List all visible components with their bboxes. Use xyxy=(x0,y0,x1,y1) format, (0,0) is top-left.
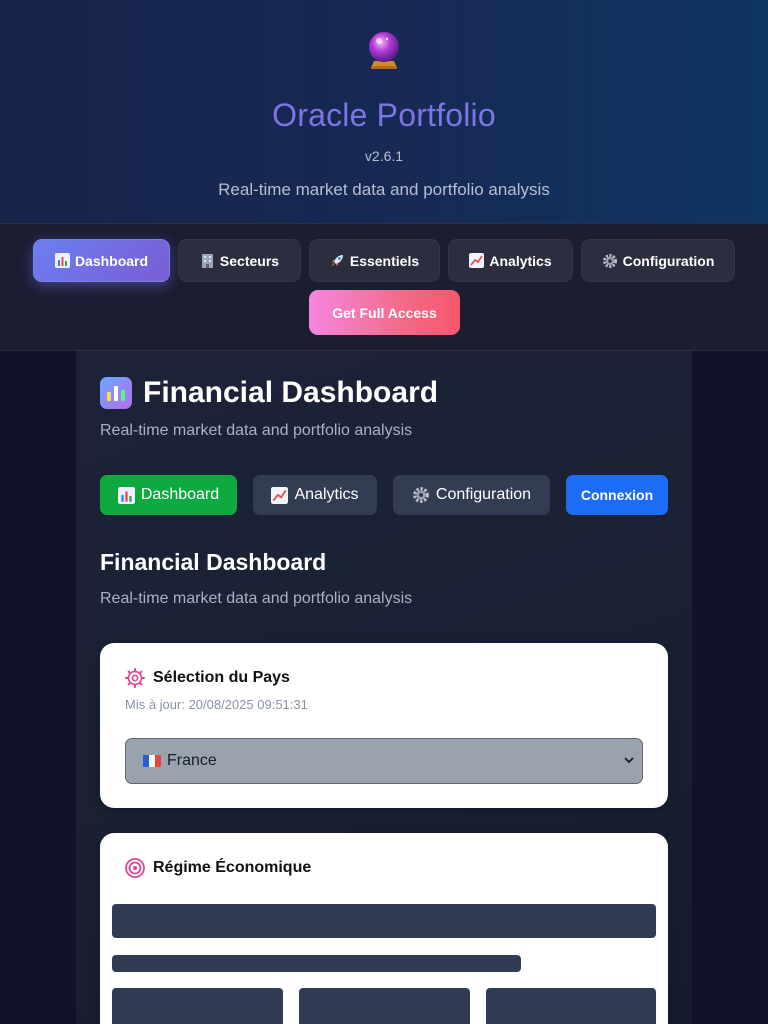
get-full-access-button[interactable]: Get Full Access xyxy=(309,290,460,335)
nav-tab-dashboard[interactable]: Dashboard xyxy=(33,239,170,282)
country-selection-card: Sélection du Pays Mis à jour: 20/08/2025… xyxy=(100,643,668,808)
app-version: v2.6.1 xyxy=(364,148,404,164)
bar-chart-icon xyxy=(54,253,70,268)
card-title: Sélection du Pays xyxy=(153,669,290,686)
nav-tab-label: Dashboard xyxy=(74,252,149,269)
nav-tab-essentiels[interactable]: Essentiels xyxy=(309,239,440,282)
last-updated-timestamp: Mis à jour: 20/08/2025 09:51:31 xyxy=(125,697,308,712)
nav-tab-label: Configuration xyxy=(622,252,715,269)
top-navigation: Dashboard Secteurs Essentiels Analytics xyxy=(0,224,768,351)
crystal-ball-icon xyxy=(369,32,399,69)
target-icon xyxy=(125,858,145,878)
connexion-button[interactable]: Connexion xyxy=(566,475,668,515)
bar-chart-icon xyxy=(117,486,135,504)
dashboard-panel: Financial Dashboard Real-time market dat… xyxy=(76,351,692,1024)
rocket-icon xyxy=(331,255,343,267)
loading-skeleton-bar xyxy=(112,904,656,938)
loading-skeleton-line xyxy=(112,955,521,972)
country-select[interactable]: France xyxy=(125,738,643,784)
app-title: Oracle Portfolio xyxy=(272,97,496,133)
chevron-down-icon xyxy=(624,757,634,764)
configuration-button[interactable]: Configuration xyxy=(393,475,550,515)
nav-tab-analytics[interactable]: Analytics xyxy=(448,239,573,282)
analytics-button[interactable]: Analytics xyxy=(253,475,377,515)
loading-skeleton-tile xyxy=(112,988,283,1024)
dashboard-button[interactable]: Dashboard xyxy=(100,475,237,515)
gear-icon xyxy=(602,253,617,268)
bar-chart-icon xyxy=(100,377,132,409)
selected-country-value: France xyxy=(167,752,217,769)
button-label: Configuration xyxy=(435,486,532,503)
nav-tab-label: Secteurs xyxy=(219,252,280,269)
nav-tab-label: Essentiels xyxy=(349,252,420,269)
section-subtitle: Real-time market data and portfolio anal… xyxy=(100,590,413,607)
nav-tab-configuration[interactable]: Configuration xyxy=(581,239,735,282)
gear-icon xyxy=(125,668,145,688)
nav-tab-secteurs[interactable]: Secteurs xyxy=(178,239,301,282)
trending-up-icon xyxy=(271,486,289,504)
trending-up-icon xyxy=(469,253,485,268)
page-title: Financial Dashboard xyxy=(143,376,439,409)
france-flag-icon xyxy=(143,755,161,767)
nav-tab-label: Analytics xyxy=(489,252,552,269)
section-title: Financial Dashboard xyxy=(100,549,327,575)
economic-regime-card: Régime Économique xyxy=(100,833,668,1024)
gear-icon xyxy=(413,487,429,503)
page-subtitle: Real-time market data and portfolio anal… xyxy=(100,422,413,439)
loading-skeleton-tile xyxy=(486,988,656,1024)
loading-skeleton-tile xyxy=(299,988,470,1024)
app-subtitle: Real-time market data and portfolio anal… xyxy=(218,180,550,199)
office-building-icon xyxy=(201,254,213,268)
button-label: Analytics xyxy=(294,486,359,503)
app-header: Oracle Portfolio v2.6.1 Real-time market… xyxy=(0,0,768,224)
card-title: Régime Économique xyxy=(153,859,312,876)
button-label: Dashboard xyxy=(140,486,220,503)
